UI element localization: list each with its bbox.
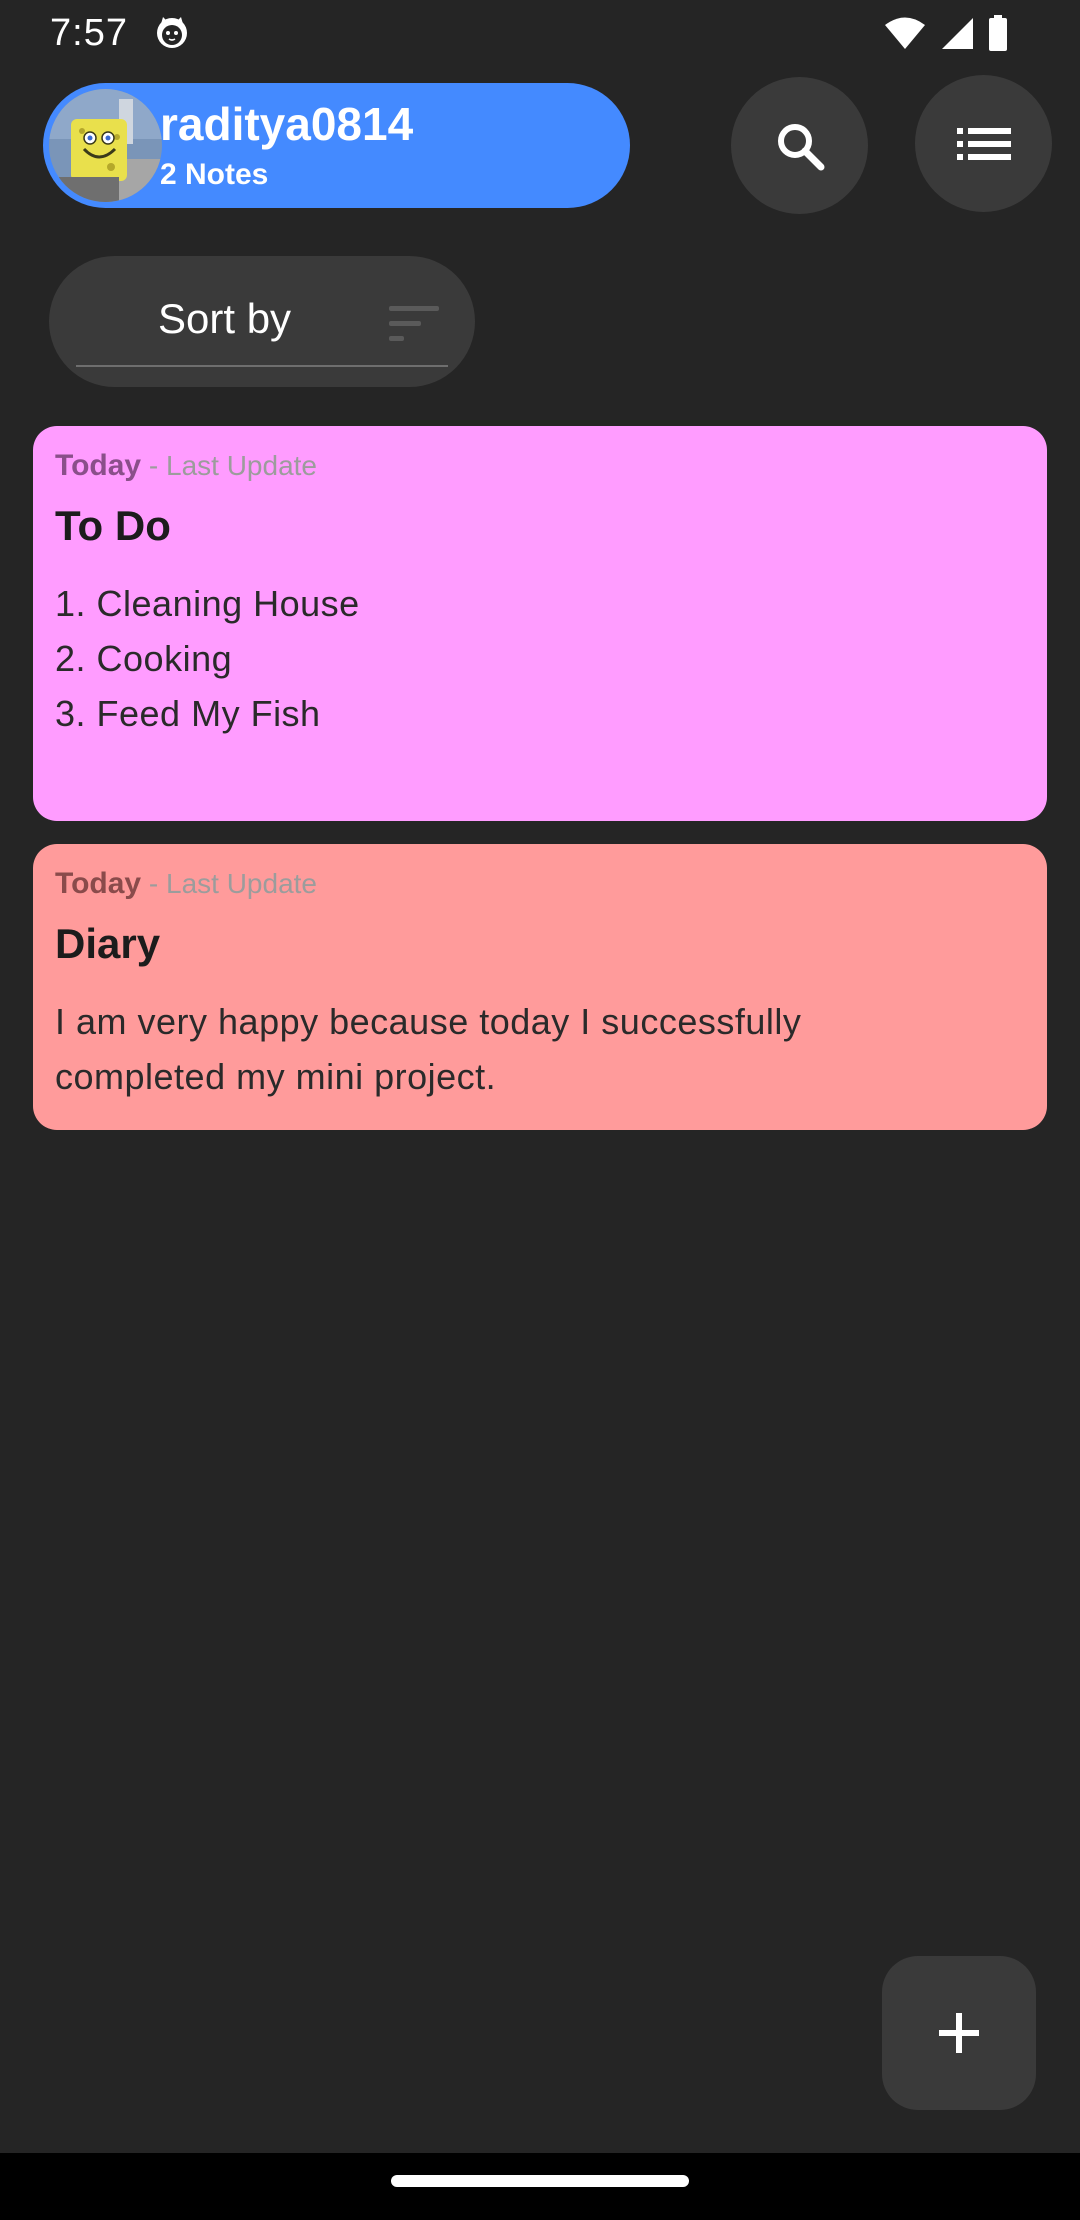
status-time: 7:57 bbox=[50, 12, 128, 54]
view-toggle-button[interactable] bbox=[915, 75, 1052, 212]
note-date: Today bbox=[55, 449, 142, 482]
note-line: completed my mini project. bbox=[55, 1056, 497, 1097]
note-line: 3. Feed My Fish bbox=[55, 693, 321, 734]
cell-signal-icon bbox=[942, 18, 973, 49]
search-button[interactable] bbox=[731, 77, 868, 214]
status-icons bbox=[884, 14, 1008, 52]
profile-username: raditya0814 bbox=[160, 98, 414, 150]
add-note-button[interactable] bbox=[882, 1956, 1036, 2110]
note-title: To Do bbox=[55, 502, 171, 549]
battery-icon bbox=[989, 15, 1007, 51]
cat-notification-icon bbox=[157, 17, 187, 48]
sort-icon bbox=[389, 306, 439, 341]
notes-screen: 7:57 raditya0814 2 Notes Sort by Today -… bbox=[0, 0, 1080, 2220]
wifi-icon bbox=[885, 17, 925, 49]
note-card[interactable]: Today - Last Update To Do 1. Cleaning Ho… bbox=[33, 426, 1047, 821]
note-meta: Today - Last Update bbox=[55, 864, 1025, 904]
sort-label: Sort by bbox=[158, 295, 292, 342]
note-title: Diary bbox=[55, 920, 161, 967]
note-date: Today bbox=[55, 867, 142, 900]
note-line: 2. Cooking bbox=[55, 638, 233, 679]
avatar bbox=[49, 89, 162, 202]
sort-dropdown[interactable]: Sort by bbox=[49, 256, 475, 387]
note-last-update-label: - Last Update bbox=[141, 450, 317, 481]
plus-icon bbox=[939, 2013, 979, 2053]
sort-underline bbox=[76, 365, 448, 367]
note-line: 1. Cleaning House bbox=[55, 583, 360, 624]
list-view-icon bbox=[956, 127, 1011, 160]
status-bar: 7:57 bbox=[0, 0, 1080, 66]
note-meta: Today - Last Update bbox=[55, 446, 1025, 486]
note-body: I am very happy because today I successf… bbox=[55, 994, 1025, 1104]
home-indicator[interactable] bbox=[391, 2175, 689, 2187]
note-last-update-label: - Last Update bbox=[141, 868, 317, 899]
note-line: I am very happy because today I successf… bbox=[55, 1001, 802, 1042]
note-card[interactable]: Today - Last Update Diary I am very happ… bbox=[33, 844, 1047, 1130]
search-icon bbox=[777, 123, 824, 170]
notes-count: 2 Notes bbox=[160, 158, 269, 191]
note-body: 1. Cleaning House 2. Cooking 3. Feed My … bbox=[55, 576, 1025, 741]
